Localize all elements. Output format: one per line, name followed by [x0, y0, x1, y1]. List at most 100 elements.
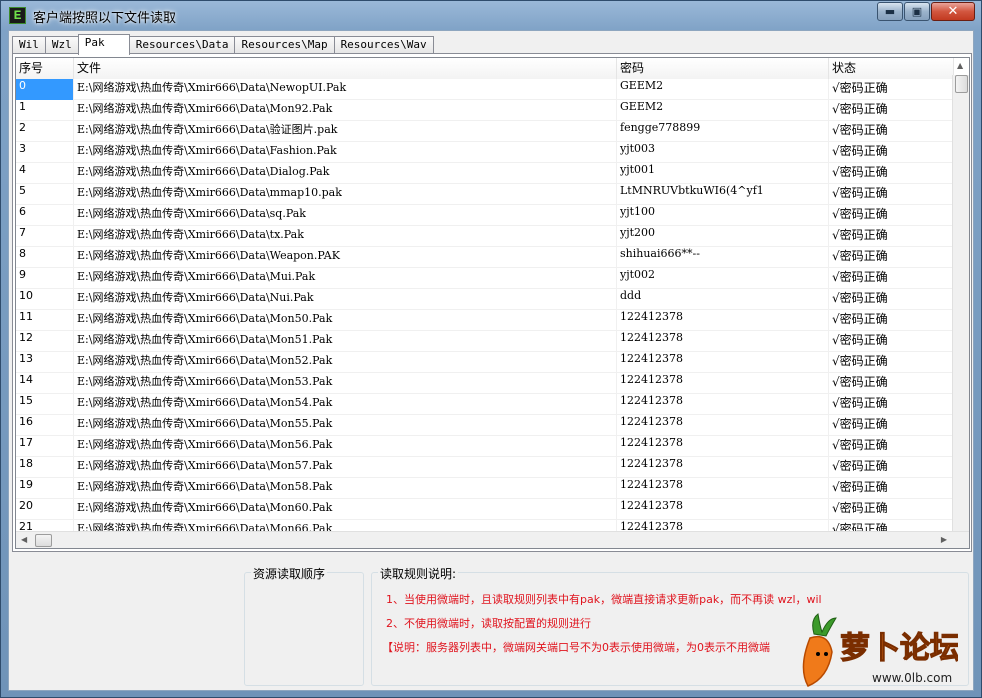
row-file: E:\网络游戏\热血传奇\Xmir666\Data\NewopUI.Pak [74, 79, 617, 100]
tab-wzl[interactable]: Wzl [44, 36, 79, 54]
row-index: 5 [16, 184, 74, 205]
rule-line-1: 1、当使用微端时，且读取规则列表中有pak，微端直接请求更新pak，而不再读 w… [386, 593, 822, 606]
row-index: 2 [16, 121, 74, 142]
row-password: shihuai666**-- [617, 247, 829, 268]
table-row[interactable]: 5 E:\网络游戏\热血传奇\Xmir666\Data\mmap10.pak LtM… [16, 184, 954, 205]
table-row[interactable]: 11 E:\网络游戏\热血传奇\Xmir666\Data\Mon50.Pak 122… [16, 310, 954, 331]
row-password: 122412378 [617, 415, 829, 436]
row-file: E:\网络游戏\热血传奇\Xmir666\Data\Mon58.Pak [74, 478, 617, 499]
row-status: √密码正确 [829, 163, 954, 184]
table-row[interactable]: 19 E:\网络游戏\热血传奇\Xmir666\Data\Mon58.Pak 122… [16, 478, 954, 499]
row-status: √密码正确 [829, 184, 954, 205]
table-row[interactable]: 18 E:\网络游戏\热血传奇\Xmir666\Data\Mon57.Pak 122… [16, 457, 954, 478]
row-status: √密码正确 [829, 205, 954, 226]
row-password: 122412378 [617, 310, 829, 331]
table-row[interactable]: 15 E:\网络游戏\热血传奇\Xmir666\Data\Mon54.Pak 122… [16, 394, 954, 415]
column-header-password[interactable]: 密码 [617, 58, 829, 79]
row-password: 122412378 [617, 436, 829, 457]
row-index: 15 [16, 394, 74, 415]
horizontal-scrollbar[interactable]: ◀ ▶ [16, 531, 969, 548]
row-password: ddd [617, 289, 829, 310]
row-index: 4 [16, 163, 74, 184]
row-index: 6 [16, 205, 74, 226]
row-password: GEEM2 [617, 100, 829, 121]
row-password: yjt100 [617, 205, 829, 226]
row-file: E:\网络游戏\热血传奇\Xmir666\Data\验证图片.pak [74, 121, 617, 142]
table-row[interactable]: 17 E:\网络游戏\热血传奇\Xmir666\Data\Mon56.Pak 122… [16, 436, 954, 457]
scroll-up-arrow-icon[interactable]: ▲ [957, 61, 963, 70]
column-header-status[interactable]: 状态 [829, 58, 954, 79]
app-window: E 客户端按照以下文件读取 ▬ ▣ ✕ Wil Wzl Pak Resource… [0, 0, 982, 698]
row-status: √密码正确 [829, 100, 954, 121]
row-index: 13 [16, 352, 74, 373]
horizontal-scroll-thumb[interactable] [35, 534, 52, 547]
tab-resources-data[interactable]: Resources\Data [128, 36, 236, 54]
tab-resources-wav[interactable]: Resources\Wav [333, 36, 434, 54]
column-header-file[interactable]: 文件 [74, 58, 617, 79]
rules-label: 读取规则说明: [378, 565, 459, 582]
table-row[interactable]: 3 E:\网络游戏\热血传奇\Xmir666\Data\Fashion.Pak yj… [16, 142, 954, 163]
maximize-button[interactable]: ▣ [904, 2, 930, 21]
list-header: 序号 文件 密码 状态 [16, 58, 954, 79]
row-file: E:\网络游戏\热血传奇\Xmir666\Data\mmap10.pak [74, 184, 617, 205]
tab-wil[interactable]: Wil [12, 36, 46, 54]
tab-resources-map[interactable]: Resources\Map [234, 36, 335, 54]
table-row[interactable]: 6 E:\网络游戏\热血传奇\Xmir666\Data\sq.Pak yjt100 √… [16, 205, 954, 226]
row-file: E:\网络游戏\热血传奇\Xmir666\Data\Mon56.Pak [74, 436, 617, 457]
table-row[interactable]: 7 E:\网络游戏\热血传奇\Xmir666\Data\tx.Pak yjt200 √… [16, 226, 954, 247]
row-password: 122412378 [617, 478, 829, 499]
minimize-button[interactable]: ▬ [877, 2, 903, 21]
table-row[interactable]: 0 E:\网络游戏\热血传奇\Xmir666\Data\NewopUI.Pak GE… [16, 79, 954, 100]
row-status: √密码正确 [829, 121, 954, 142]
table-row[interactable]: 4 E:\网络游戏\热血传奇\Xmir666\Data\Dialog.Pak yjt… [16, 163, 954, 184]
table-row[interactable]: 12 E:\网络游戏\热血传奇\Xmir666\Data\Mon51.Pak 122… [16, 331, 954, 352]
row-status: √密码正确 [829, 373, 954, 394]
row-file: E:\网络游戏\热血传奇\Xmir666\Data\sq.Pak [74, 205, 617, 226]
resource-order-label: 资源读取顺序 [251, 565, 328, 582]
row-password: yjt002 [617, 268, 829, 289]
row-password: 122412378 [617, 373, 829, 394]
row-file: E:\网络游戏\热血传奇\Xmir666\Data\Mon50.Pak [74, 310, 617, 331]
list-rows: 0 E:\网络游戏\热血传奇\Xmir666\Data\NewopUI.Pak GE… [16, 79, 954, 541]
row-file: E:\网络游戏\热血传奇\Xmir666\Data\Mon52.Pak [74, 352, 617, 373]
table-row[interactable]: 20 E:\网络游戏\热血传奇\Xmir666\Data\Mon60.Pak 122… [16, 499, 954, 520]
table-row[interactable]: 2 E:\网络游戏\热血传奇\Xmir666\Data\验证图片.pak fengg… [16, 121, 954, 142]
row-file: E:\网络游戏\热血传奇\Xmir666\Data\Mon51.Pak [74, 331, 617, 352]
table-row[interactable]: 8 E:\网络游戏\热血传奇\Xmir666\Data\Weapon.PAK shi… [16, 247, 954, 268]
table-row[interactable]: 13 E:\网络游戏\热血传奇\Xmir666\Data\Mon52.Pak 122… [16, 352, 954, 373]
table-row[interactable]: 1 E:\网络游戏\热血传奇\Xmir666\Data\Mon92.Pak GEEM… [16, 100, 954, 121]
title-bar[interactable]: E 客户端按照以下文件读取 ▬ ▣ ✕ [1, 1, 981, 29]
row-file: E:\网络游戏\热血传奇\Xmir666\Data\Mon54.Pak [74, 394, 617, 415]
table-row[interactable]: 16 E:\网络游戏\热血传奇\Xmir666\Data\Mon55.Pak 122… [16, 415, 954, 436]
row-password: yjt003 [617, 142, 829, 163]
row-index: 18 [16, 457, 74, 478]
row-password: 122412378 [617, 499, 829, 520]
row-index: 14 [16, 373, 74, 394]
row-index: 20 [16, 499, 74, 520]
column-header-index[interactable]: 序号 [16, 58, 74, 79]
row-status: √密码正确 [829, 478, 954, 499]
scroll-left-arrow-icon[interactable]: ◀ [21, 535, 27, 544]
row-status: √密码正确 [829, 415, 954, 436]
table-row[interactable]: 10 E:\网络游戏\热血传奇\Xmir666\Data\Nui.Pak ddd √密… [16, 289, 954, 310]
file-list[interactable]: 序号 文件 密码 状态 0 E:\网络游戏\热血传奇\Xmir666\Data\N… [15, 57, 970, 549]
row-file: E:\网络游戏\热血传奇\Xmir666\Data\Mon60.Pak [74, 499, 617, 520]
row-index: 7 [16, 226, 74, 247]
watermark-text: 萝卜论坛 [840, 631, 958, 666]
vertical-scrollbar[interactable]: ▲ ▼ [952, 61, 969, 548]
row-status: √密码正确 [829, 352, 954, 373]
app-icon: E [9, 7, 26, 24]
table-row[interactable]: 14 E:\网络游戏\热血传奇\Xmir666\Data\Mon53.Pak 122… [16, 373, 954, 394]
row-status: √密码正确 [829, 289, 954, 310]
close-button[interactable]: ✕ [931, 2, 975, 21]
row-password: 122412378 [617, 394, 829, 415]
table-row[interactable]: 9 E:\网络游戏\热血传奇\Xmir666\Data\Mui.Pak yjt002… [16, 268, 954, 289]
row-index: 19 [16, 478, 74, 499]
bottom-panel: 资源读取顺序 读取规则说明: 1、当使用微端时，且读取规则列表中有pak，微端直… [12, 558, 972, 688]
tab-pak[interactable]: Pak [77, 34, 130, 55]
row-index: 0 [16, 79, 74, 100]
scroll-right-arrow-icon[interactable]: ▶ [941, 535, 947, 544]
vertical-scroll-thumb[interactable] [955, 75, 968, 93]
row-password: GEEM2 [617, 79, 829, 100]
row-status: √密码正确 [829, 268, 954, 289]
